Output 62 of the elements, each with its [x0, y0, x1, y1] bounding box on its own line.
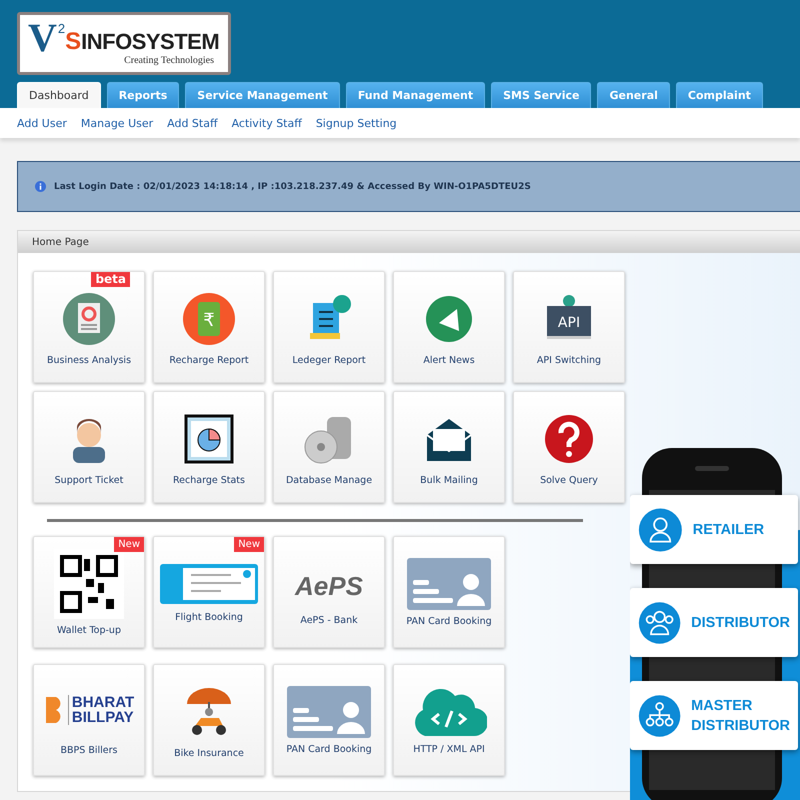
- tile-label: Business Analysis: [46, 354, 132, 366]
- dashboard-tile[interactable]: AePS AePS - Bank: [273, 536, 385, 648]
- tile-label: PAN Card Booking: [406, 616, 492, 626]
- dashboard-tile[interactable]: BHARAT BILLPAY BBPS Billers: [33, 664, 145, 776]
- tile-label: AePS - Bank: [300, 614, 358, 626]
- dashboard-tile[interactable]: beta Business Analysis: [33, 271, 145, 383]
- dashboard-tile[interactable]: New Wallet Top-up: [33, 536, 145, 648]
- sub-nav-link[interactable]: Add User: [17, 116, 67, 130]
- tile-label: Database Manage: [286, 474, 372, 486]
- id-card-icon: [287, 686, 371, 738]
- sub-nav-link[interactable]: Add Staff: [167, 116, 218, 130]
- nav-tab[interactable]: Dashboard: [17, 82, 101, 108]
- tile-label: Flight Booking: [175, 612, 243, 622]
- tile-label: API Switching: [536, 354, 602, 366]
- tile-label: PAN Card Booking: [286, 744, 372, 754]
- tile-label: Alert News: [423, 354, 475, 366]
- flight-ticket-icon: [159, 562, 259, 606]
- tile-badge: New: [234, 537, 264, 552]
- tile-label: Recharge Report: [169, 354, 249, 366]
- sub-nav-link[interactable]: Signup Setting: [316, 116, 397, 130]
- tile-label: HTTP / XML API: [413, 744, 485, 754]
- bharat-billpay-logo: BHARAT BILLPAY: [44, 694, 134, 724]
- dashboard-tile[interactable]: API API Switching: [513, 271, 625, 383]
- panel-title: Home Page: [32, 236, 89, 248]
- dashboard-tile[interactable]: HTTP / XML API: [393, 664, 505, 776]
- tile-badge: beta: [91, 272, 130, 287]
- login-info-text: Last Login Date : 02/01/2023 14:18:14 , IP :103.218.237.49 & Accessed By WIN-O1PA5DTEU2S: [54, 182, 531, 192]
- id-card-icon: [407, 558, 491, 610]
- dashboard-tile[interactable]: Ledeger Report: [273, 271, 385, 383]
- sub-nav-link[interactable]: Activity Staff: [232, 116, 302, 130]
- role-label: DISTRIBUTOR: [691, 614, 790, 632]
- dashboard-tile[interactable]: PAN Card Booking: [393, 536, 505, 648]
- role-card[interactable]: DISTRIBUTOR: [630, 588, 798, 657]
- people-group-icon: [638, 600, 682, 646]
- dashboard-tile[interactable]: Bulk Mailing: [393, 391, 505, 503]
- dashboard-tile[interactable]: Support Ticket: [33, 391, 145, 503]
- tile-label: Support Ticket: [54, 474, 124, 486]
- tile-label: Bike Insurance: [174, 748, 244, 758]
- tile-label: Recharge Stats: [173, 474, 245, 486]
- role-label: MASTER DISTRIBUTOR: [691, 696, 790, 736]
- dashboard-tile[interactable]: Bike Insurance: [153, 664, 265, 776]
- dashboard-tile[interactable]: PAN Card Booking: [273, 664, 385, 776]
- tile-label: Solve Query: [540, 474, 598, 486]
- dashboard-tile[interactable]: Solve Query: [513, 391, 625, 503]
- tile-label: BBPS Billers: [60, 744, 118, 756]
- role-label: RETAILER: [692, 520, 766, 540]
- tile-label: Bulk Mailing: [420, 474, 478, 486]
- person-icon: [638, 506, 683, 552]
- hierarchy-icon: [638, 692, 682, 738]
- tile-badge: New: [114, 537, 144, 552]
- tile-label: Wallet Top-up: [57, 624, 121, 636]
- dashboard-tile[interactable]: Alert News: [393, 271, 505, 383]
- info-icon: [35, 181, 46, 192]
- role-card[interactable]: RETAILER: [630, 495, 798, 564]
- dashboard-tile[interactable]: Recharge Stats: [153, 391, 265, 503]
- dashboard-tile[interactable]: ₹ Recharge Report: [153, 271, 265, 383]
- role-card[interactable]: MASTER DISTRIBUTOR: [630, 681, 798, 750]
- aeps-logo: AePS: [295, 572, 363, 598]
- tile-label: Ledeger Report: [292, 354, 366, 366]
- sub-nav-link[interactable]: Manage User: [80, 116, 154, 130]
- dashboard-tile[interactable]: Database Manage: [273, 391, 385, 503]
- dashboard-tile[interactable]: New Flight Booking: [153, 536, 265, 648]
